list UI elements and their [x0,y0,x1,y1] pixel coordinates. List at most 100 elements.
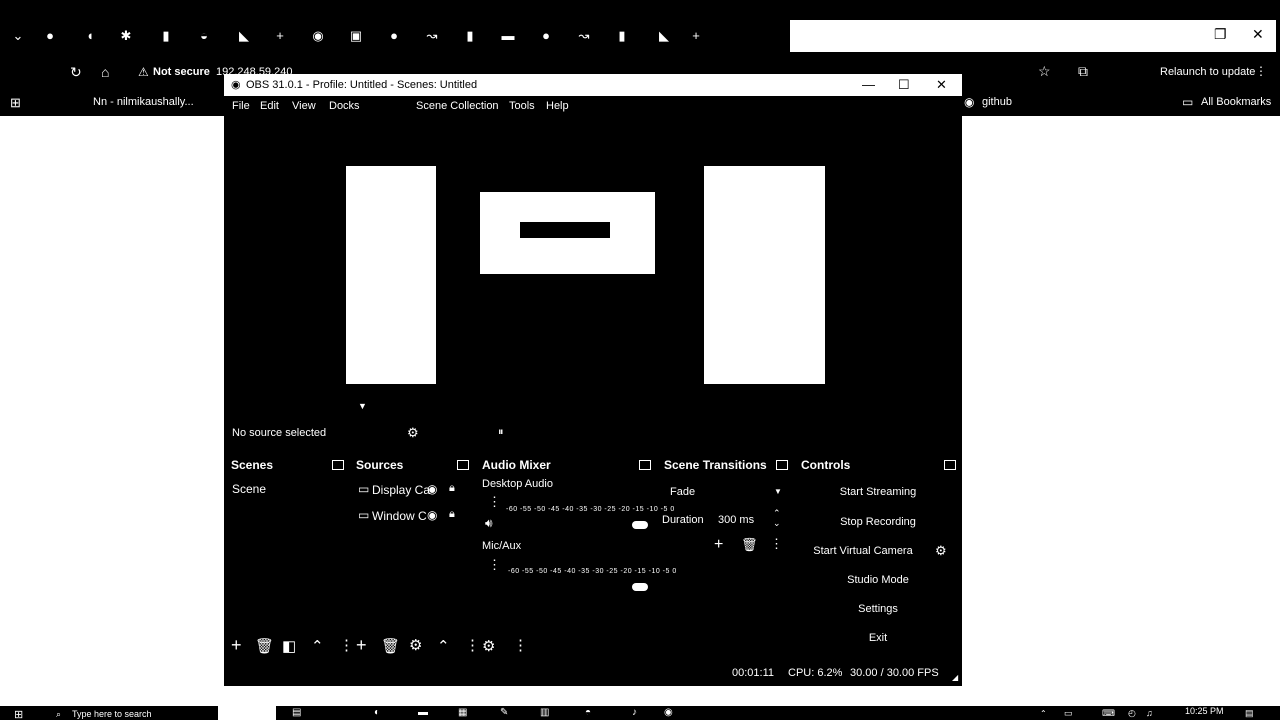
menu-scene-collection[interactable]: Scene Collection [416,100,499,112]
scene-menu-kebab-icon[interactable]: ⋮ [339,636,354,654]
restore-icon[interactable]: ❐ [1214,26,1227,43]
bookmark-item[interactable]: github [982,96,1012,108]
volume-icon[interactable]: ♫ [1146,708,1153,718]
exit-button[interactable]: Exit [818,632,938,644]
minimize-icon[interactable]: — [862,77,875,92]
search-icon[interactable]: ⌕ [56,709,61,720]
remove-source-icon[interactable]: 🗑︎ [381,637,400,655]
channel-menu-kebab-icon[interactable]: ⋮ [488,494,501,510]
dock-undock-icon[interactable] [457,460,469,470]
chevron-down-icon[interactable]: ▼ [774,487,782,496]
spin-down-icon[interactable]: ⌄ [773,518,781,529]
taskbar-app-icon[interactable]: ▥ [540,707,549,718]
tab-favicon-icon[interactable]: ↝ [424,28,440,44]
scene-filters-icon[interactable]: ◧ [282,637,296,655]
add-scene-icon[interactable]: + [231,635,242,656]
add-transition-icon[interactable]: + [714,536,723,554]
tab-favicon-icon[interactable]: ● [42,28,58,44]
duration-spinbox[interactable]: 300 ms [718,514,754,526]
lock-icon[interactable]: 🔒︎ [449,508,455,521]
tab-favicon-icon[interactable]: ▮ [614,28,630,44]
volume-slider-handle[interactable] [632,583,648,591]
taskbar-app-icon[interactable]: ♪ [632,707,637,718]
menu-file[interactable]: File [232,100,250,112]
new-tab-icon[interactable]: + [688,28,704,44]
close-icon[interactable]: ✕ [936,77,947,93]
visibility-eye-icon[interactable]: ◉ [427,508,437,522]
all-bookmarks[interactable]: All Bookmarks [1201,96,1271,108]
file-explorer-icon[interactable]: ▬ [418,707,428,718]
github-icon[interactable]: ◉ [310,28,326,44]
advanced-audio-icon[interactable]: ⚙ [482,637,495,655]
tab-favicon-icon[interactable]: ● [386,28,402,44]
tab-search-icon[interactable]: ⌄ [10,28,26,44]
taskbar-app-icon[interactable]: ◐ [374,707,380,718]
settings-button[interactable]: Settings [818,603,938,615]
menu-kebab-icon[interactable]: ⋮ [1255,64,1267,78]
move-up-icon[interactable]: ⌃ [311,637,324,655]
menu-docks[interactable]: Docks [329,100,360,112]
channel-menu-kebab-icon[interactable]: ⋮ [488,557,501,573]
taskbar-app-icon[interactable]: ◓ [585,707,591,718]
move-up-icon[interactable]: ⌃ [437,637,450,655]
dock-undock-icon[interactable] [639,460,651,470]
obs-taskbar-icon[interactable]: ◉ [664,707,673,718]
tab-favicon-icon[interactable]: ◣ [236,28,252,44]
studio-mode-button[interactable]: Studio Mode [818,574,938,586]
dock-undock-icon[interactable] [944,460,956,470]
remove-transition-icon[interactable]: 🗑︎ [741,537,758,553]
extensions-icon[interactable]: ⧉ [1078,63,1088,80]
transition-menu-kebab-icon[interactable]: ⋮ [770,536,783,552]
speaker-icon[interactable]: 🔊︎ [485,516,493,531]
source-filters-icon[interactable]: ⏸ [498,426,504,439]
apps-grid-icon[interactable]: ⊞ [10,95,21,111]
tab-favicon-icon[interactable]: ▮ [158,28,174,44]
dock-undock-icon[interactable] [332,460,344,470]
scene-list-item[interactable]: Scene [232,482,266,496]
active-tab[interactable]: ❐ ✕ [790,20,1276,52]
tray-icon[interactable]: ▭ [1064,708,1073,719]
source-properties-icon[interactable]: ⚙ [409,636,422,654]
tab-favicon-icon[interactable]: ✱ [118,28,134,44]
preview-canvas[interactable] [346,129,825,387]
source-list-item[interactable]: Window C [372,509,427,523]
relaunch-button[interactable]: Relaunch to update [1160,66,1255,78]
menu-edit[interactable]: Edit [260,100,279,112]
resize-grip-icon[interactable]: ◢ [952,673,958,682]
menu-view[interactable]: View [292,100,316,112]
start-streaming-button[interactable]: Start Streaming [818,486,938,498]
remove-scene-icon[interactable]: 🗑︎ [255,637,274,655]
bookmark-star-icon[interactable]: ☆ [1038,63,1051,80]
start-virtual-camera-button[interactable]: Start Virtual Camera [803,545,923,557]
windows-start-icon[interactable]: ⊞ [14,708,23,721]
tab-favicon-icon[interactable]: ◣ [656,28,672,44]
close-window-icon[interactable]: ✕ [1252,26,1264,43]
tab-favicon-icon[interactable]: ● [538,28,554,44]
source-list-item[interactable]: Display Ca [372,483,430,497]
tray-icon[interactable]: ⌨ [1102,708,1115,719]
tab-favicon-icon[interactable]: ▮ [462,28,478,44]
tab-favicon-icon[interactable]: ▬ [500,28,516,44]
taskbar-search-input[interactable]: Type here to search [72,709,152,719]
notifications-icon[interactable]: ▤ [1245,708,1254,719]
tab-favicon-icon[interactable]: ◒ [196,28,212,44]
bookmark-item[interactable]: Nn - nilmikaushally... [93,96,194,108]
source-properties-icon[interactable]: ⚙ [407,425,419,441]
menu-tools[interactable]: Tools [509,100,535,112]
preview-scroll-arrow-icon[interactable]: ▼ [358,401,367,411]
tab-add-icon[interactable]: + [272,28,288,44]
taskbar-app-icon[interactable]: ▦ [458,707,467,718]
clock-time[interactable]: 10:25 PM [1185,706,1224,716]
taskbar-app-icon[interactable]: ✎ [500,707,508,718]
stop-recording-button[interactable]: Stop Recording [818,516,938,528]
tray-chevron-icon[interactable]: ⌃ [1040,709,1047,718]
lock-icon[interactable]: 🔒︎ [449,482,455,495]
task-view-icon[interactable]: ▤ [292,707,301,718]
transition-select[interactable]: Fade [670,486,695,498]
network-icon[interactable]: ◴ [1128,708,1136,719]
source-menu-kebab-icon[interactable]: ⋮ [465,636,480,654]
tab-favicon-icon[interactable]: ↝ [576,28,592,44]
mixer-menu-kebab-icon[interactable]: ⋮ [513,636,528,654]
visibility-eye-icon[interactable]: ◉ [427,482,437,496]
virtual-camera-settings-icon[interactable]: ⚙ [935,543,947,559]
